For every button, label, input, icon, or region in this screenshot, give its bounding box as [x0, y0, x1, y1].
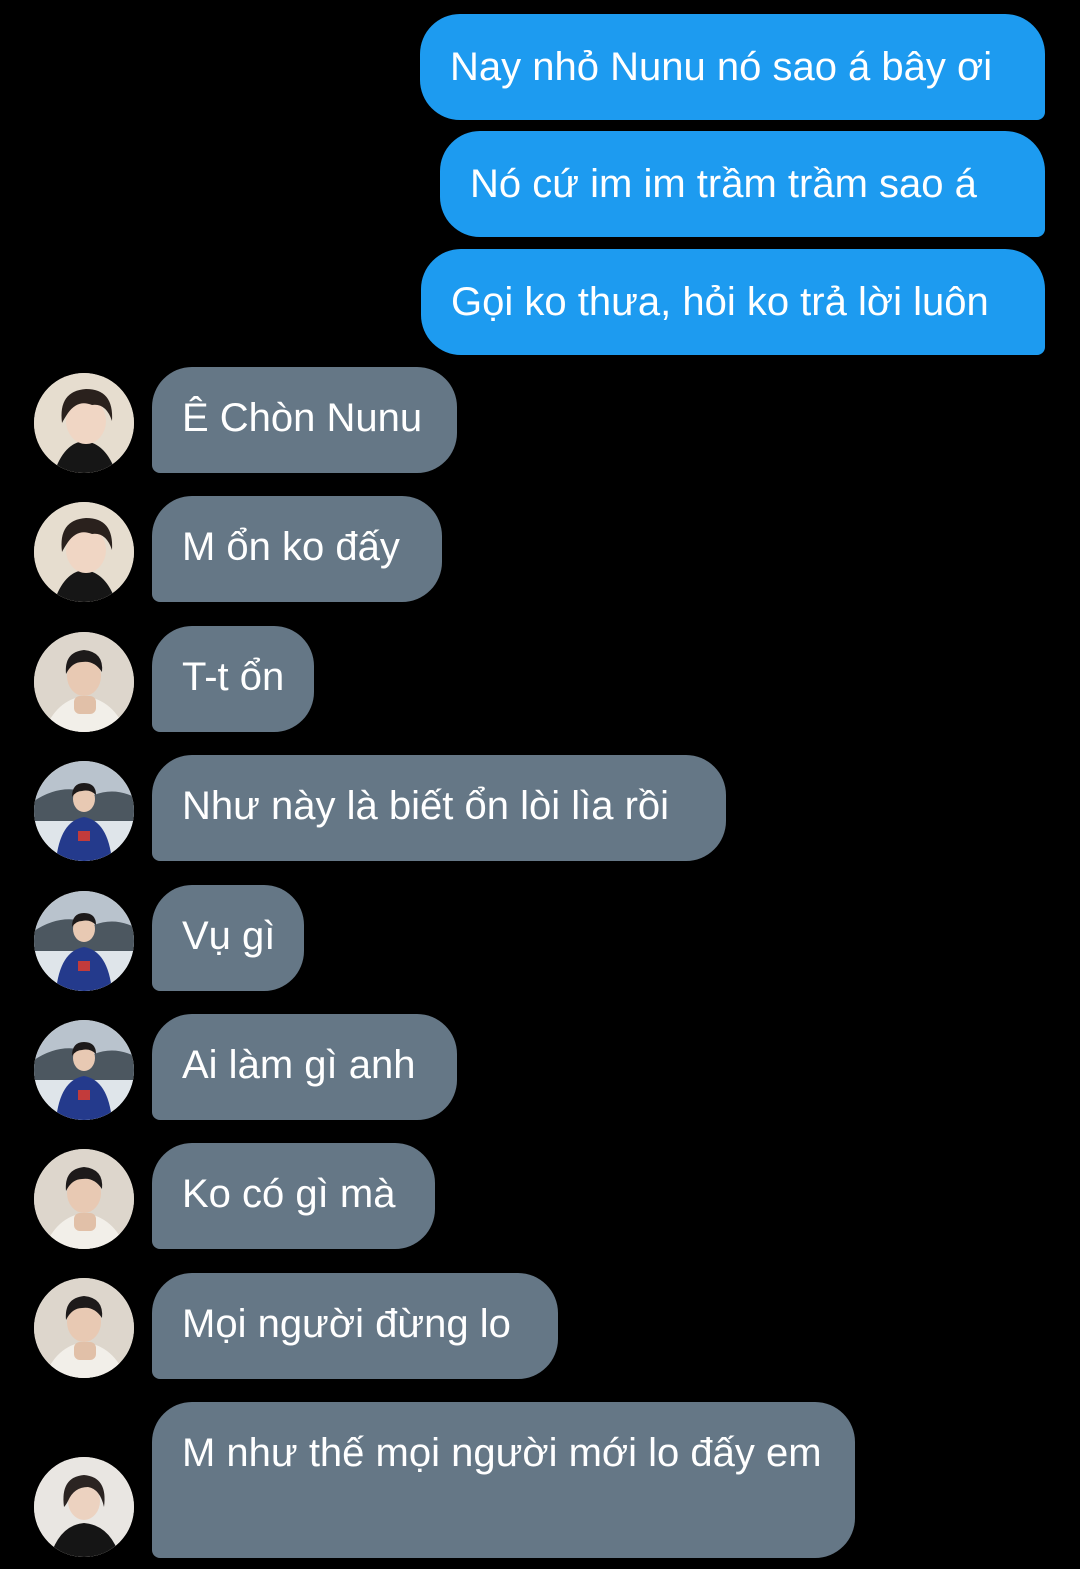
avatar-light-sweater[interactable] — [34, 632, 134, 732]
avatar-blue-sweater-icon — [34, 761, 134, 861]
incoming-message[interactable]: T-t ổn — [152, 626, 314, 732]
incoming-message[interactable]: Ko có gì mà — [152, 1143, 435, 1249]
outgoing-message[interactable]: Nó cứ im im trầm trầm sao á — [440, 131, 1045, 237]
avatar-blue-sweater[interactable] — [34, 891, 134, 991]
incoming-message[interactable]: Vụ gì — [152, 885, 304, 991]
avatar-light-sweater-icon — [34, 1278, 134, 1378]
avatar-blue-sweater[interactable] — [34, 1020, 134, 1120]
avatar-blue-sweater-icon — [34, 1020, 134, 1120]
avatar-light-sweater-icon — [34, 632, 134, 732]
incoming-message[interactable]: Như này là biết ổn lòi lìa rồi — [152, 755, 726, 861]
avatar-dark-hair[interactable] — [34, 373, 134, 473]
avatar-blue-sweater[interactable] — [34, 761, 134, 861]
avatar-blue-sweater-icon — [34, 891, 134, 991]
avatar-black-shirt[interactable] — [34, 1457, 134, 1557]
avatar-black-shirt-icon — [34, 1457, 134, 1557]
incoming-message[interactable]: M như thế mọi người mới lo đấy em — [152, 1402, 855, 1558]
avatar-light-sweater[interactable] — [34, 1278, 134, 1378]
incoming-message[interactable]: M ổn ko đấy — [152, 496, 442, 602]
avatar-dark-hair[interactable] — [34, 502, 134, 602]
incoming-message[interactable]: Mọi người đừng lo — [152, 1273, 558, 1379]
avatar-light-sweater-icon — [34, 1149, 134, 1249]
incoming-message[interactable]: Ai làm gì anh — [152, 1014, 457, 1120]
incoming-message[interactable]: Ê Chòn Nunu — [152, 367, 457, 473]
outgoing-message[interactable]: Nay nhỏ Nunu nó sao á bây ơi — [420, 14, 1045, 120]
avatar-dark-hair-icon — [34, 502, 134, 602]
avatar-dark-hair-icon — [34, 373, 134, 473]
outgoing-message[interactable]: Gọi ko thưa, hỏi ko trả lời luôn — [421, 249, 1045, 355]
avatar-light-sweater[interactable] — [34, 1149, 134, 1249]
chat-thread[interactable]: Nay nhỏ Nunu nó sao á bây ơi Nó cứ im im… — [0, 0, 1080, 1569]
